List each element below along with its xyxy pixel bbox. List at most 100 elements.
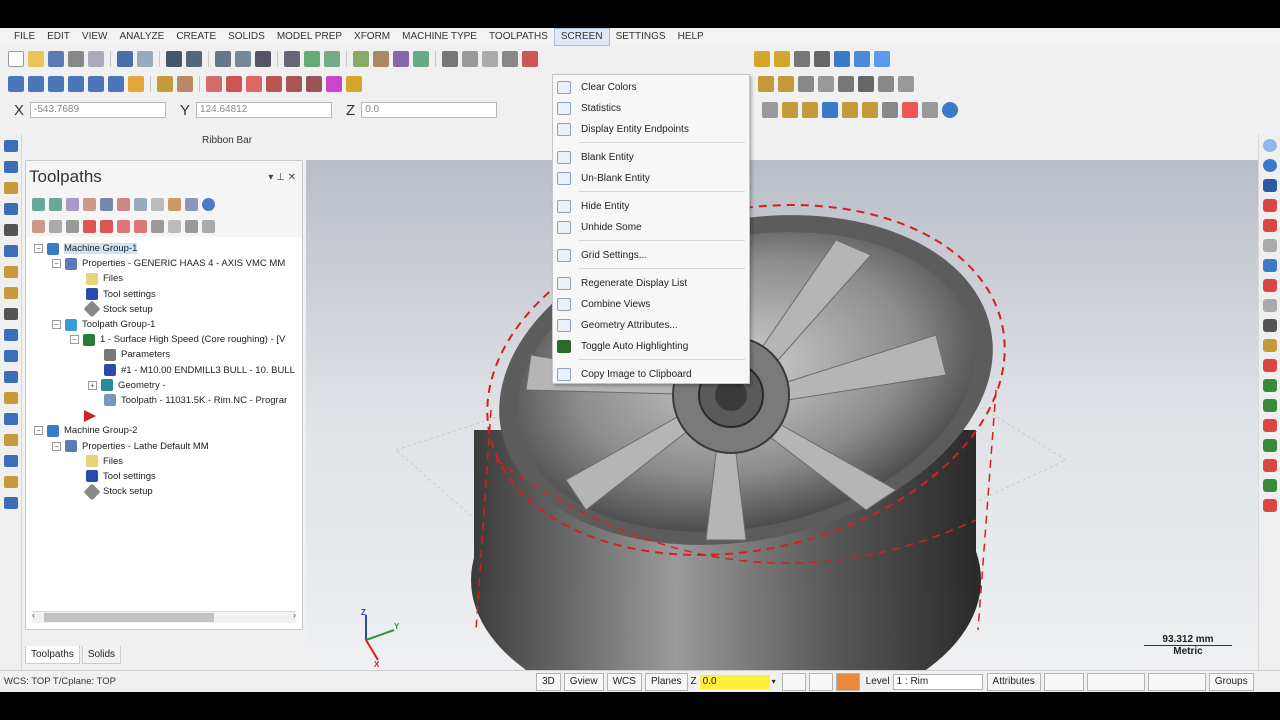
right-icon-9[interactable] — [1262, 299, 1277, 312]
menu-item-display-endpoints[interactable]: Display Entity Endpoints — [553, 119, 749, 139]
open-file-icon[interactable] — [28, 51, 44, 67]
tree-node[interactable]: Parameters — [26, 347, 302, 362]
menu-machine-type[interactable]: MACHINE TYPE — [396, 28, 483, 46]
right-icon-18[interactable] — [1262, 479, 1277, 492]
menu-solids[interactable]: SOLIDS — [222, 28, 271, 46]
quickmask-icon[interactable] — [782, 102, 798, 118]
stock-icon[interactable] — [778, 76, 794, 92]
simulate-ops-icon[interactable] — [134, 197, 147, 211]
line-style-select[interactable] — [1086, 672, 1145, 691]
grid-toolbar-icon[interactable] — [758, 76, 774, 92]
left-icon-1[interactable] — [3, 140, 18, 152]
tree-node[interactable]: − Machine Group-2 — [26, 423, 302, 438]
verify-select-icon[interactable] — [882, 102, 898, 118]
left-icon-7[interactable] — [3, 266, 18, 278]
machine-icon[interactable] — [834, 51, 850, 67]
measure-icon[interactable] — [462, 51, 478, 67]
xform-icon[interactable] — [794, 51, 810, 67]
planes-button[interactable]: Planes — [644, 672, 688, 691]
trim-icon[interactable] — [157, 76, 173, 92]
rotate-icon[interactable] — [284, 51, 300, 67]
menu-item-copy-image[interactable]: Copy Image to Clipboard — [553, 364, 749, 384]
menu-xform[interactable]: XFORM — [348, 28, 396, 46]
left-icon-5[interactable] — [3, 224, 18, 236]
gview-button[interactable]: Gview — [563, 672, 604, 691]
post-icon[interactable] — [838, 76, 854, 92]
menu-help[interactable]: HELP — [672, 28, 710, 46]
tree-node[interactable]: − Toolpath Group-1 — [26, 317, 302, 332]
color-button[interactable] — [781, 672, 806, 691]
surface-color-button[interactable] — [808, 672, 833, 691]
surface-icon[interactable] — [326, 76, 342, 92]
tree-node[interactable]: Tool settings — [26, 469, 302, 484]
circle-icon[interactable] — [48, 76, 64, 92]
right-icon-4[interactable] — [1262, 199, 1277, 212]
select-all-ops-icon[interactable] — [32, 197, 45, 211]
menu-create[interactable]: CREATE — [170, 28, 222, 46]
mask-wire-icon[interactable] — [842, 102, 858, 118]
lathe-icon[interactable] — [874, 51, 890, 67]
gview-top-icon[interactable] — [304, 51, 320, 67]
3d-button[interactable]: 3D — [536, 672, 561, 691]
right-icon-10[interactable] — [1262, 319, 1277, 332]
break-icon[interactable] — [177, 76, 193, 92]
undo-icon[interactable] — [117, 51, 133, 67]
menu-edit[interactable]: EDIT — [41, 28, 76, 46]
point-icon[interactable] — [8, 76, 24, 92]
z-depth-input[interactable]: 0.0 — [699, 674, 770, 689]
insert-arrow-icon[interactable] — [117, 219, 130, 233]
chain-icon[interactable] — [306, 76, 322, 92]
tree-node[interactable]: Stock setup — [26, 300, 302, 318]
menu-item-clear-colors[interactable]: Clear Colors — [553, 77, 749, 97]
print-icon[interactable] — [68, 51, 84, 67]
left-icon-10[interactable] — [3, 329, 18, 341]
horizontal-scrollbar[interactable]: ‹ › — [32, 610, 296, 623]
z-coordinate-input[interactable]: 0.0 — [361, 102, 498, 118]
left-icon-6[interactable] — [3, 245, 18, 257]
lock-icon[interactable] — [32, 219, 45, 233]
post-ops-icon[interactable] — [151, 197, 164, 211]
save-icon[interactable] — [48, 51, 64, 67]
right-icon-6[interactable] — [1262, 239, 1277, 252]
gview-front-icon[interactable] — [324, 51, 340, 67]
settings-toolbar-icon[interactable] — [502, 51, 518, 67]
left-icon-4[interactable] — [3, 203, 18, 215]
menu-view[interactable]: VIEW — [76, 28, 114, 46]
menu-item-toggle-highlighting[interactable]: Toggle Auto Highlighting — [553, 336, 749, 356]
right-icon-14[interactable] — [1262, 399, 1277, 412]
menu-file[interactable]: FILE — [8, 28, 41, 46]
right-icon-2[interactable] — [1262, 159, 1277, 172]
menu-item-blank-entity[interactable]: Blank Entity — [553, 147, 749, 167]
left-icon-17[interactable] — [3, 476, 18, 488]
menu-item-statistics[interactable]: Statistics — [553, 98, 749, 118]
left-icon-11[interactable] — [3, 350, 18, 362]
tree-node[interactable]: Stock setup — [26, 483, 302, 501]
tree-node[interactable]: Files — [26, 271, 302, 286]
fit-icon[interactable] — [166, 51, 182, 67]
expand-icon[interactable] — [168, 219, 181, 233]
offset-icon[interactable] — [286, 76, 302, 92]
panel-help-icon[interactable] — [202, 197, 215, 211]
analyze-icon[interactable] — [442, 51, 458, 67]
toolpath-manager-icon[interactable] — [878, 76, 894, 92]
graphics-viewport[interactable]: Z Y X 93.312 mm Metric — [306, 160, 1258, 670]
y-coordinate-input[interactable]: 124.64812 — [196, 102, 333, 118]
insert-arrow-row[interactable] — [26, 408, 302, 423]
sort-icon[interactable] — [202, 219, 215, 233]
right-icon-15[interactable] — [1262, 419, 1277, 432]
x-coordinate-input[interactable]: -543.7689 — [30, 102, 167, 118]
move-down-icon[interactable] — [83, 219, 96, 233]
tree-node[interactable]: Tool settings — [26, 287, 302, 302]
right-icon-1[interactable] — [1262, 139, 1277, 152]
mask-surface-icon[interactable] — [822, 102, 838, 118]
menu-item-hide-entity[interactable]: Hide Entity — [553, 196, 749, 216]
scrollbar-thumb[interactable] — [44, 613, 214, 622]
wcs-button[interactable]: WCS — [606, 672, 642, 691]
scroll-right-icon[interactable]: › — [293, 610, 296, 620]
mill-icon[interactable] — [854, 51, 870, 67]
menu-model-prep[interactable]: MODEL PREP — [271, 28, 348, 46]
tab-toolpaths[interactable]: Toolpaths — [25, 646, 80, 664]
delete-ops-icon[interactable] — [185, 197, 198, 211]
left-icon-16[interactable] — [3, 455, 18, 467]
tree-node[interactable]: − 1 - Surface High Speed (Core roughing)… — [26, 332, 302, 347]
